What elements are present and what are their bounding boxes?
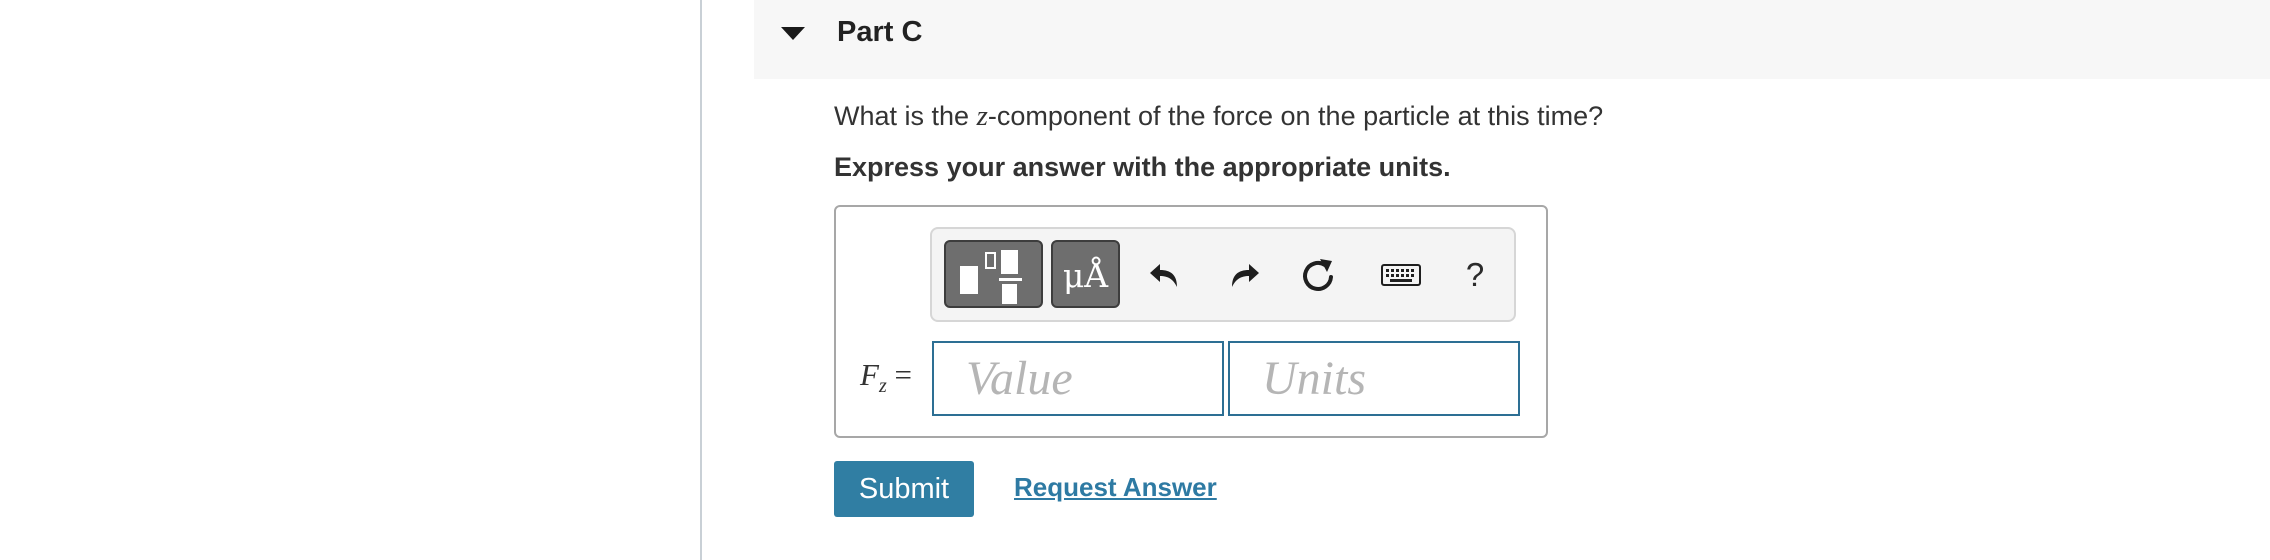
value-input[interactable]: Value bbox=[932, 341, 1224, 416]
submit-button[interactable]: Submit bbox=[834, 461, 974, 517]
reset-icon bbox=[1303, 259, 1333, 291]
help-button[interactable]: ? bbox=[1449, 249, 1501, 301]
collapse-caret-icon[interactable] bbox=[781, 27, 805, 40]
label-symbol: F bbox=[860, 357, 879, 392]
page: Part C What is the z-component of the fo… bbox=[0, 0, 2270, 560]
question-prefix: What is the bbox=[834, 101, 977, 131]
keyboard-button[interactable] bbox=[1375, 249, 1427, 301]
label-equals: = bbox=[886, 357, 912, 392]
request-answer-link[interactable]: Request Answer bbox=[1014, 472, 1217, 503]
templates-button[interactable] bbox=[944, 240, 1043, 308]
undo-button[interactable] bbox=[1141, 249, 1193, 301]
question-variable: z bbox=[976, 100, 988, 132]
undo-icon bbox=[1150, 264, 1177, 287]
part-title: Part C bbox=[837, 16, 923, 48]
keyboard-icon bbox=[1381, 264, 1421, 286]
part-header[interactable]: Part C bbox=[754, 0, 2270, 79]
symbols-button[interactable]: μÅ bbox=[1051, 240, 1120, 308]
redo-button[interactable] bbox=[1216, 249, 1268, 301]
units-input[interactable]: Units bbox=[1228, 341, 1520, 416]
left-divider bbox=[700, 0, 702, 560]
math-toolbar: μÅ ? bbox=[930, 227, 1516, 322]
answer-instruction: Express your answer with the appropriate… bbox=[834, 152, 1451, 182]
question-text: What is the z-component of the force on … bbox=[834, 100, 1603, 133]
symbols-label: μÅ bbox=[1062, 256, 1109, 295]
question-suffix: -component of the force on the particle … bbox=[987, 101, 1604, 131]
label-subscript: z bbox=[878, 375, 887, 398]
redo-icon bbox=[1232, 264, 1259, 287]
answer-field-label: Fz = bbox=[860, 357, 912, 398]
reset-button[interactable] bbox=[1292, 249, 1344, 301]
